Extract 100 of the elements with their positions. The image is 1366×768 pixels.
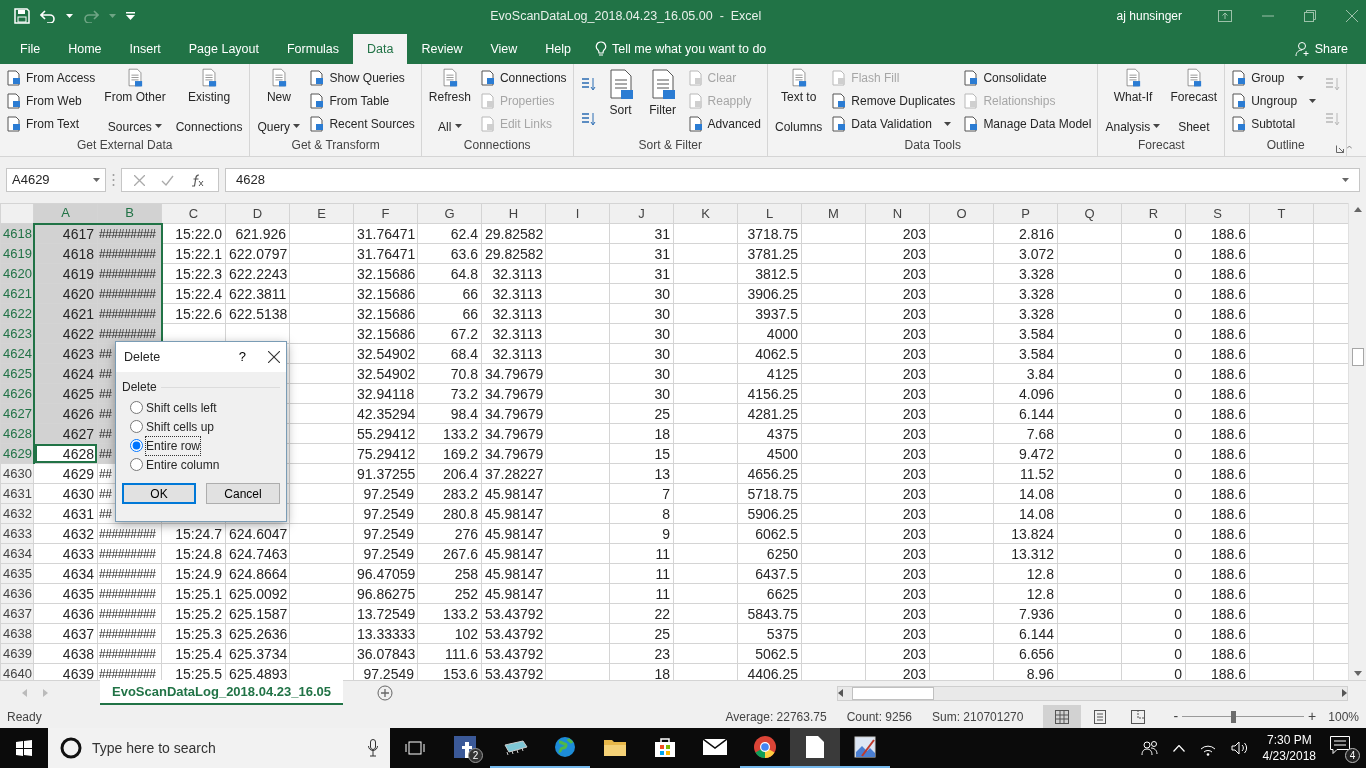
ribbon-tab[interactable]: File [6,34,55,64]
dialog-button[interactable]: Cancel [206,483,280,504]
scroll-right-icon[interactable] [1342,689,1347,697]
row-header[interactable]: 4638 [0,623,34,644]
ribbon-button[interactable]: From Access [3,66,99,89]
column-header[interactable]: K [673,203,738,224]
row-header[interactable]: 4632 [0,503,34,524]
zoom-out-button[interactable]: - [1169,706,1183,727]
row-header[interactable]: 4619 [0,243,34,264]
scroll-up-icon[interactable] [1353,207,1362,212]
ribbon-tab[interactable]: View [476,34,532,64]
view-button[interactable] [1043,705,1082,728]
row-header[interactable]: 4628 [0,423,34,444]
ribbon-button[interactable]: Refresh All [424,66,475,137]
ribbon-button[interactable]: From Table [306,89,418,112]
ribbon-button[interactable]: New Query [253,66,305,137]
scroll-left-icon[interactable] [838,689,843,697]
row-header[interactable]: 4623 [0,323,34,344]
ribbon-button[interactable]: From Other Sources [100,66,170,137]
ribbon-button[interactable]: Sort [600,66,641,137]
radio-button[interactable] [130,401,143,414]
windows-icon[interactable] [16,740,32,756]
row-header[interactable]: 4634 [0,543,34,564]
chevron-up-icon[interactable] [1172,744,1185,752]
ribbon-button[interactable]: Consolidate [960,66,1095,89]
column-header[interactable]: D [225,203,290,224]
column-header[interactable]: E [289,203,354,224]
column-header[interactable]: O [929,203,994,224]
row-header[interactable]: 4625 [0,363,34,384]
zoom-level[interactable]: 100% [1328,707,1359,726]
column-header[interactable]: Q [1057,203,1122,224]
ribbon-button[interactable]: Recent Sources [306,112,418,135]
ribbon-button[interactable]: From Text [3,112,99,135]
notification-icon[interactable] [1330,735,1350,754]
ribbon-tab[interactable]: Page Layout [174,34,273,64]
microphone-icon[interactable] [368,739,378,757]
ribbon-tab[interactable]: Help [531,34,586,64]
ribbon-tab[interactable]: Review [407,34,477,64]
people-icon[interactable] [1140,740,1159,756]
browser-ball-icon[interactable] [753,735,777,759]
ribbon-button[interactable]: From Web [3,89,99,112]
close-icon[interactable] [1346,10,1358,22]
tell-me-field[interactable]: Tell me what you want to do [612,39,767,59]
row-header[interactable]: 4633 [0,523,34,544]
column-header[interactable]: P [993,203,1058,224]
column-header[interactable]: G [417,203,482,224]
row-header[interactable]: 4626 [0,383,34,404]
folder-icon[interactable] [603,737,627,757]
row-header[interactable]: 4620 [0,263,34,284]
undo-icon[interactable] [40,9,56,23]
column-header[interactable]: N [865,203,930,224]
ribbon-tab[interactable]: Data [353,34,408,64]
vertical-scrollbar[interactable] [1348,203,1366,680]
row-header[interactable]: 4629 [0,443,34,464]
column-header[interactable]: S [1185,203,1250,224]
slider-thumb[interactable] [1231,710,1237,723]
row-header[interactable]: 4622 [0,303,34,324]
row-header[interactable]: 4618 [0,223,34,244]
ribbon-display-icon[interactable] [1218,10,1232,22]
ribbon-button[interactable]: Forecast Sheet [1166,66,1222,137]
shopping-bag-icon[interactable] [654,736,676,758]
ribbon-button[interactable]: Manage Data Model [960,112,1095,135]
ribbon-button[interactable]: Data Validation [828,112,959,135]
column-header[interactable]: C [161,203,226,224]
radio-button[interactable] [130,458,143,471]
scroll-thumb[interactable] [852,686,934,700]
ribbon-button[interactable]: Existing Connections [171,66,247,137]
ribbon-button[interactable]: Text to Columns [770,66,827,137]
ribbon-button[interactable]: What-If Analysis [1101,66,1165,137]
ribbon-button[interactable]: Advanced [684,112,764,135]
row-header[interactable]: 4621 [0,283,34,304]
dialog-button[interactable]: OK [122,483,196,504]
restore-icon[interactable] [1304,10,1316,22]
share-button[interactable]: Share [1288,34,1354,64]
chip-icon[interactable] [502,739,528,755]
row-header[interactable]: 4635 [0,563,34,584]
row-header[interactable]: 4631 [0,483,34,504]
column-header[interactable]: F [353,203,418,224]
scroll-down-icon[interactable] [1353,671,1362,676]
clock-time[interactable]: 7:30 PM [1262,732,1316,748]
zoom-in-button[interactable]: + [1304,706,1321,727]
search-field[interactable]: Type here to search [48,728,390,768]
row-header[interactable]: 4637 [0,603,34,624]
ribbon-tab[interactable]: Home [54,34,116,64]
column-header[interactable]: H [481,203,546,224]
ribbon-tab[interactable]: Insert [115,34,175,64]
add-sheet-icon[interactable] [376,685,393,701]
customize-icon[interactable] [126,12,135,20]
globe-icon[interactable] [554,736,576,758]
ribbon-tab[interactable]: Formulas [272,34,354,64]
ribbon-button[interactable]: Connections [476,66,570,89]
help-button[interactable]: ? [238,347,246,367]
radio-button[interactable] [130,420,143,433]
horizontal-scrollbar[interactable] [837,685,1348,701]
column-header[interactable]: T [1249,203,1314,224]
task-view-icon[interactable] [405,740,425,756]
document-icon[interactable] [806,736,824,758]
ribbon-button[interactable]: Show Queries [306,66,418,89]
envelope-icon[interactable] [703,739,727,755]
sheet-tab[interactable]: EvoScanDataLog_2018.04.23_16.05 [100,680,343,705]
